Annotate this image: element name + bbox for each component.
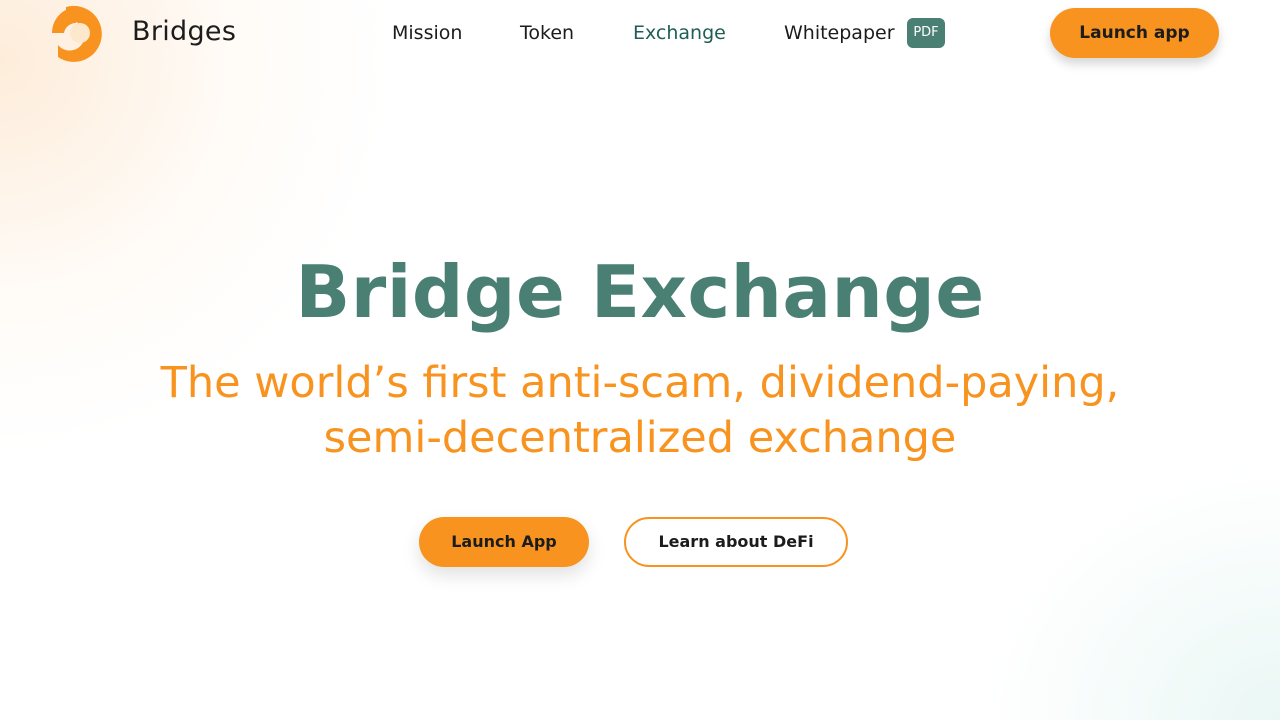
nav-link-token[interactable]: Token bbox=[520, 20, 574, 46]
nav-link-mission[interactable]: Mission bbox=[392, 20, 462, 46]
hero-subtitle: The world’s first anti-scam, dividend-pa… bbox=[0, 356, 1280, 466]
site-header: Bridges Mission Token Exchange Whitepape… bbox=[0, 0, 1280, 68]
nav-link-exchange[interactable]: Exchange bbox=[633, 20, 726, 46]
pdf-badge[interactable]: PDF bbox=[907, 18, 945, 48]
hero-launch-app-button[interactable]: Launch App bbox=[419, 517, 589, 567]
nav-link-whitepaper[interactable]: Whitepaper bbox=[784, 20, 895, 46]
header-launch-app-button[interactable]: Launch app bbox=[1050, 8, 1219, 58]
hero-subtitle-line-1: The world’s first anti-scam, dividend-pa… bbox=[160, 358, 1120, 408]
hero-subtitle-line-2: semi-decentralized exchange bbox=[323, 413, 957, 463]
hero-title: Bridge Exchange bbox=[295, 250, 985, 334]
learn-about-defi-button[interactable]: Learn about DeFi bbox=[624, 517, 848, 567]
